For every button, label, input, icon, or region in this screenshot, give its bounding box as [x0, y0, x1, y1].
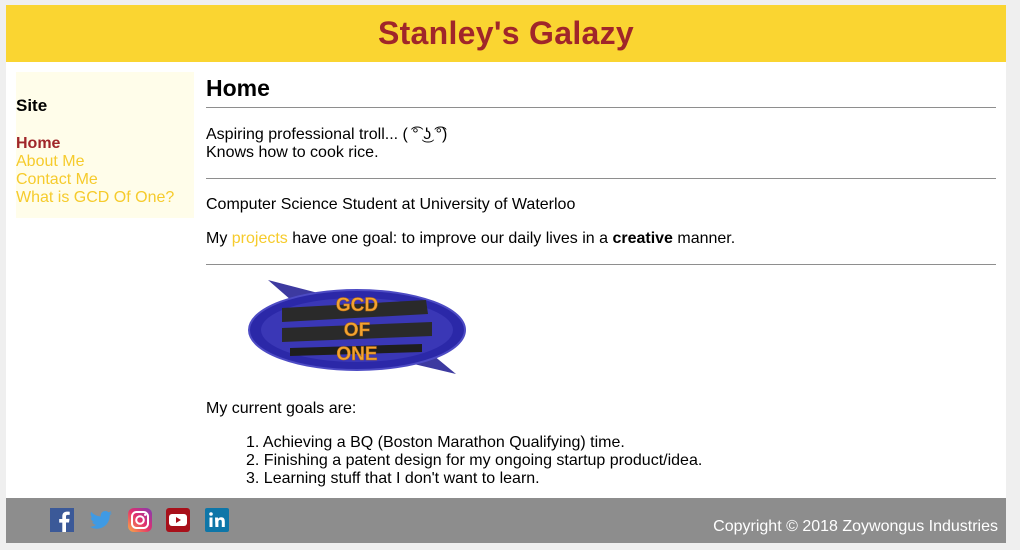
intro-line-2: Knows how to cook rice.	[206, 144, 379, 161]
intro-line-1: Aspiring professional troll... ( ͡° ͜ʖ ͡…	[206, 126, 448, 143]
list-item: 1. Achieving a BQ (Boston Marathon Quali…	[246, 434, 625, 451]
divider	[206, 107, 996, 108]
projects-sentence-end: manner.	[672, 230, 736, 247]
twitter-icon[interactable]	[89, 508, 113, 532]
sidebar-item-home: Home	[16, 135, 174, 153]
sidebar-item-gcd: What is GCD Of One?	[16, 189, 174, 207]
list-item: 2. Finishing a patent design for my ongo…	[246, 452, 703, 469]
nav-link-contact-me[interactable]: Contact Me	[16, 171, 98, 188]
gcd-of-one-logo: GCD OF ONE	[248, 280, 466, 374]
sidebar: Site Home About Me Contact Me What is GC…	[16, 72, 194, 218]
nav-link-about-me[interactable]: About Me	[16, 153, 84, 170]
goals-list: 1. Achieving a BQ (Boston Marathon Quali…	[246, 434, 702, 488]
facebook-icon[interactable]	[50, 508, 74, 532]
site-header: Stanley's Galazy	[6, 5, 1006, 62]
instagram-icon[interactable]	[128, 508, 152, 532]
goals-intro: My current goals are:	[206, 400, 357, 417]
page-title: Home	[206, 75, 270, 101]
bio-text: Computer Science Student at University o…	[206, 196, 576, 213]
logo-text-line-2: OF	[344, 320, 370, 341]
divider	[206, 264, 996, 265]
list-item: 3. Learning stuff that I don't want to l…	[246, 470, 540, 487]
logo-text-line-3: ONE	[336, 344, 377, 365]
sidebar-item-about: About Me	[16, 153, 174, 171]
sidebar-heading: Site	[16, 96, 48, 115]
sidebar-item-contact: Contact Me	[16, 171, 174, 189]
creative-bold-text: creative	[612, 230, 673, 247]
projects-sentence-middle: have one goal: to improve our daily live…	[287, 230, 613, 247]
logo-text-line-1: GCD	[336, 295, 378, 316]
page: Stanley's Galazy Site Home About Me Cont…	[6, 5, 1006, 543]
site-title: Stanley's Galazy	[377, 15, 635, 51]
copyright-text: Copyright © 2018 Zoywongus Industries	[713, 518, 998, 535]
projects-sentence: My projects have one goal: to improve ou…	[206, 230, 735, 248]
sidebar-nav: Home About Me Contact Me What is GCD Of …	[16, 135, 174, 207]
youtube-icon[interactable]	[166, 508, 190, 532]
nav-link-home[interactable]: Home	[16, 135, 60, 152]
nav-link-what-is-gcd[interactable]: What is GCD Of One?	[16, 189, 174, 206]
linkedin-icon[interactable]	[205, 508, 229, 532]
divider	[206, 178, 996, 179]
site-footer: Copyright © 2018 Zoywongus Industries	[6, 498, 1006, 543]
projects-link[interactable]: projects	[232, 230, 288, 247]
projects-sentence-start: My	[206, 230, 232, 247]
